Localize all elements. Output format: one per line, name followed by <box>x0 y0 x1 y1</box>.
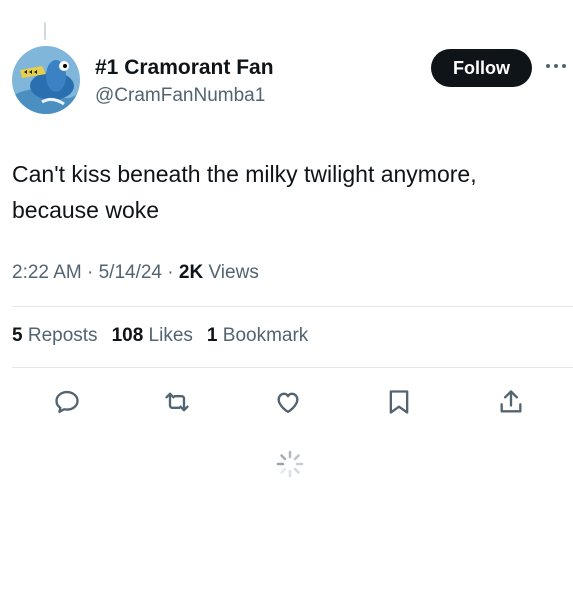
tweet-date[interactable]: 5/14/24 <box>99 262 162 283</box>
likes-count: 108 <box>111 325 144 346</box>
tweet-time[interactable]: 2:22 AM <box>12 262 82 283</box>
author-handle[interactable]: @CramFanNumba1 <box>95 85 265 107</box>
likes-label: Likes <box>148 325 193 346</box>
views-label: Views <box>203 262 259 283</box>
tweet-text-line-2: because woke <box>12 197 160 223</box>
reposts-stat[interactable]: 5 Reposts <box>12 325 98 346</box>
author-display-name[interactable]: #1 Cramorant Fan <box>95 56 274 80</box>
more-icon[interactable] <box>543 56 569 76</box>
bookmarks-label: Bookmark <box>222 325 309 346</box>
reply-icon[interactable] <box>53 388 81 416</box>
likes-stat[interactable]: 108 Likes <box>112 325 193 346</box>
bookmark-icon[interactable] <box>385 388 413 416</box>
bookmarks-stat[interactable]: 1 Bookmark <box>207 325 308 346</box>
divider <box>12 367 573 368</box>
divider <box>12 306 573 307</box>
share-icon[interactable] <box>497 388 525 416</box>
meta-separator: · <box>81 262 99 283</box>
thread-connector-line <box>44 22 46 40</box>
bookmarks-count: 1 <box>206 325 218 346</box>
retweet-icon[interactable] <box>163 388 191 416</box>
meta-separator: · <box>162 262 179 283</box>
follow-button[interactable]: Follow <box>431 49 532 87</box>
avatar[interactable] <box>12 46 80 114</box>
tweet-text: Can't kiss beneath the milky twilight an… <box>12 156 562 228</box>
tweet-text-line-1: Can't kiss beneath the milky twilight an… <box>12 161 477 187</box>
engagement-stats: 5 Reposts 108 Likes 1 Bookmark <box>12 325 308 347</box>
reposts-label: Reposts <box>27 325 98 346</box>
tweet-meta: 2:22 AM · 5/14/24 · 2K Views <box>12 262 259 284</box>
views-count: 2K <box>178 262 204 283</box>
like-icon[interactable] <box>274 388 302 416</box>
loading-spinner-icon <box>275 449 305 479</box>
reposts-count: 5 <box>12 325 23 346</box>
